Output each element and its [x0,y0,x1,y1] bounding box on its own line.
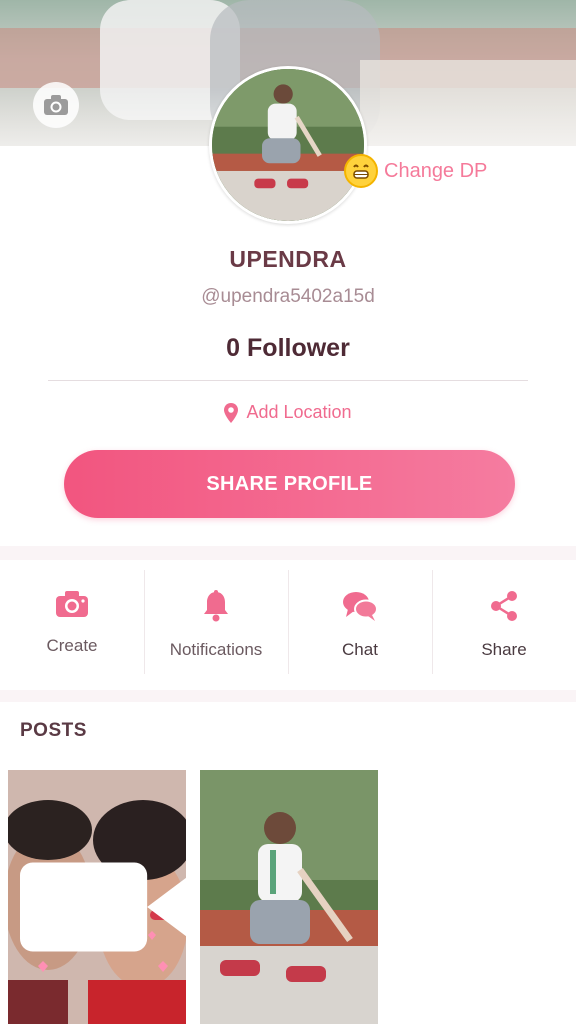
camera-icon [56,591,88,617]
chat-label: Chat [342,640,378,659]
share-icon [491,591,517,621]
share-label: Share [481,640,527,659]
action-bar: Create Notifications Chat Share [0,560,576,690]
chat-button[interactable]: Chat [288,560,432,690]
video-camera-icon [20,862,186,952]
post-image [200,770,378,1024]
profile-handle: @upendra5402a15d [201,286,375,307]
profile-name: UPENDRA [229,246,347,272]
change-dp-button[interactable]: Change DP [344,150,487,192]
camera-icon [44,95,68,115]
profile-avatar[interactable] [209,66,367,224]
grinning-face-icon [344,154,378,188]
follower-count[interactable]: 0 Follower [0,334,576,363]
location-pin-icon [224,402,239,423]
share-profile-button[interactable]: SHARE PROFILE [64,450,515,518]
post-thumbnail[interactable] [200,770,378,1024]
change-cover-button[interactable] [33,82,79,128]
notifications-button[interactable]: Notifications [144,560,288,690]
section-separator [0,546,576,560]
notifications-label: Notifications [169,640,263,659]
create-button[interactable]: Create [0,560,144,690]
add-location-label: Add Location [246,402,352,422]
posts-heading: POSTS [20,720,87,741]
avatar-photo [212,69,364,221]
chat-icon [343,592,378,621]
create-label: Create [46,636,98,655]
change-dp-label: Change DP [384,159,488,182]
post-thumbnail[interactable] [8,770,186,1024]
share-button[interactable]: Share [432,560,576,690]
add-location-button[interactable]: Add Location [0,402,576,423]
bell-icon [204,590,228,622]
section-separator [0,690,576,702]
divider [48,380,528,381]
